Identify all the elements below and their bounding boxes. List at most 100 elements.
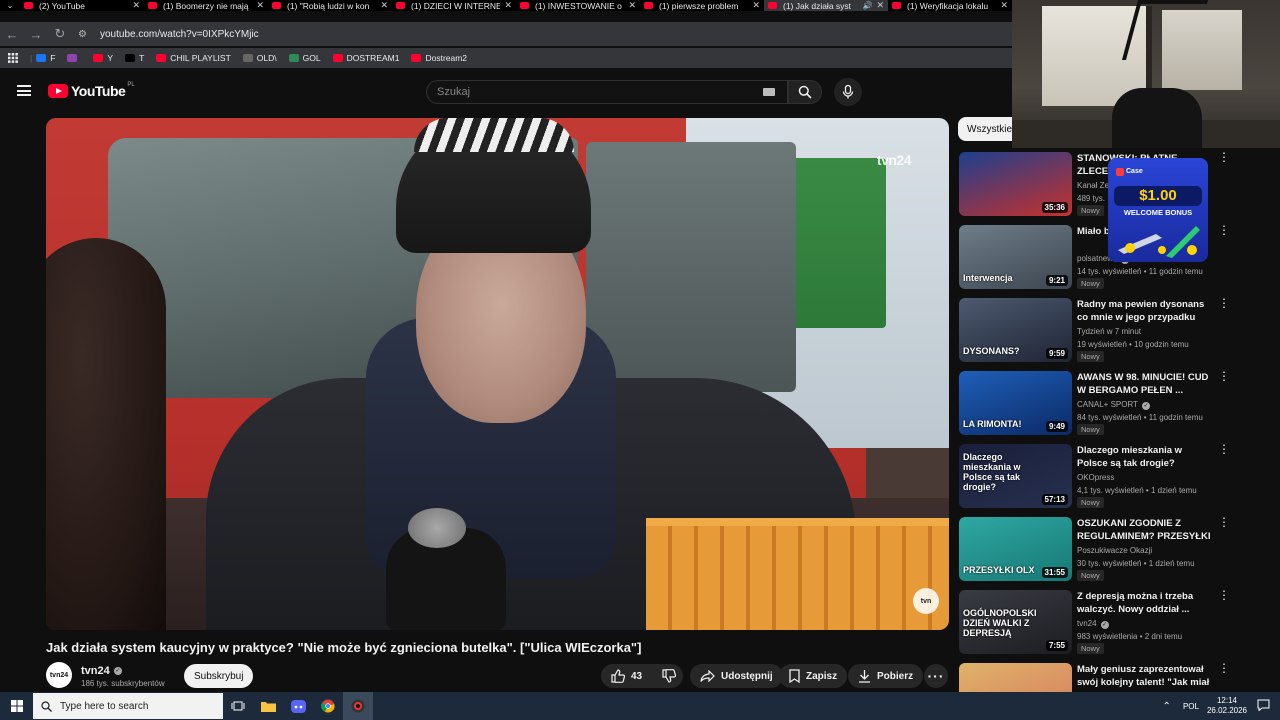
chrome-icon[interactable] <box>313 692 343 720</box>
youtube-favicon-icon <box>892 2 901 9</box>
taskbar-search-input[interactable]: Type here to search <box>33 693 223 719</box>
recommendation-channel[interactable]: CANAL+ SPORT ✓ <box>1077 400 1150 410</box>
video-thumbnail[interactable]: Interwencja 9:21 <box>959 225 1072 289</box>
close-tab-icon[interactable]: ✕ <box>256 0 264 11</box>
tab-title: (1) INWESTOWANIE o <box>535 0 622 11</box>
recommendation-title[interactable]: Mały geniusz zaprezentował swój kolejny … <box>1077 663 1211 690</box>
channel-name[interactable]: tvn24 ✓ <box>81 665 122 677</box>
close-tab-icon[interactable]: ✕ <box>1000 0 1008 11</box>
audio-playing-icon[interactable]: 🔊 <box>862 1 872 10</box>
more-vertical-icon[interactable]: ⋮ <box>1218 151 1230 163</box>
browser-tab[interactable]: (1) Boomerzy nie mają ✕ <box>144 0 268 11</box>
recommendation-channel[interactable]: Tydzień w 7 minut <box>1077 327 1141 336</box>
recommendation-title[interactable]: Z depresją można i trzeba walczyć. Nowy … <box>1077 590 1211 616</box>
bookmark-item[interactable]: Dostream2 <box>411 53 467 63</box>
close-tab-icon[interactable]: ✕ <box>752 0 760 11</box>
chrome-active-window-icon[interactable] <box>343 692 373 720</box>
download-button[interactable]: Pobierz <box>848 664 924 688</box>
search-input[interactable]: Szukaj <box>426 80 788 104</box>
channel-text: CANAL+ SPORT <box>1077 400 1138 409</box>
bookmark-item[interactable]: F <box>36 53 55 63</box>
apps-grid-icon[interactable] <box>8 53 18 63</box>
close-tab-icon[interactable]: ✕ <box>132 0 140 11</box>
more-vertical-icon[interactable]: ⋮ <box>1218 224 1230 236</box>
video-thumbnail[interactable]: PRZESYŁKI OLX 31:55 <box>959 517 1072 581</box>
more-vertical-icon[interactable]: ⋮ <box>1218 297 1230 309</box>
thumbnail-label: Dlaczego mieszkania w Polsce są tak drog… <box>963 452 1021 492</box>
video-thumbnail[interactable]: 35:36 <box>959 152 1072 216</box>
share-button[interactable]: Udostępnij <box>690 664 783 688</box>
browser-tab[interactable]: (1) DZIECI W INTERNE ✕ <box>392 0 516 11</box>
recommendation-item[interactable]: OGÓLNOPOLSKI DZIEŃ WALKI Z DEPRESJĄ 7:55 Z… <box>959 589 1259 655</box>
address-bar[interactable]: ⚙ youtube.com/watch?v=0IXPkcYMjic <box>78 23 1012 45</box>
browser-tab[interactable]: (1) Weryfikacja lokalu ✕ <box>888 0 1012 11</box>
video-thumbnail[interactable]: Dlaczego mieszkania w Polsce są tak drog… <box>959 444 1072 508</box>
save-button[interactable]: Zapisz <box>779 664 848 688</box>
clock[interactable]: 12:14 26.02.2026 <box>1207 696 1247 716</box>
site-settings-icon[interactable]: ⚙ <box>78 29 94 40</box>
close-tab-icon[interactable]: ✕ <box>380 0 388 11</box>
browser-tab[interactable]: (1) pierwsze problem ✕ <box>640 0 764 11</box>
video-thumbnail[interactable]: DYSONANS? 9:59 <box>959 298 1072 362</box>
channel-text: Kanał Ze <box>1077 181 1110 190</box>
bookmark-item[interactable]: CHIL PLAYLIST <box>156 53 231 63</box>
subscribe-button[interactable]: Subskrybuj <box>184 664 254 688</box>
like-button[interactable]: 43 <box>601 664 652 688</box>
bookmark-item[interactable] <box>67 53 81 63</box>
more-vertical-icon[interactable]: ⋮ <box>1218 589 1230 601</box>
bookmark-item[interactable]: T <box>125 53 144 63</box>
webcam-overlay <box>1012 0 1280 148</box>
casino-ad-overlay[interactable]: Case $1.00 WELCOME BONUS <box>1108 158 1208 262</box>
video-thumbnail[interactable]: OGÓLNOPOLSKI DZIEŃ WALKI Z DEPRESJĄ 7:55 <box>959 590 1072 654</box>
youtube-favicon-icon <box>644 2 653 9</box>
bookmark-item[interactable]: Y <box>93 53 113 63</box>
recommendation-channel[interactable]: Kanał Ze <box>1077 181 1109 190</box>
bookmark-item[interactable]: DOSTREAM1 <box>332 53 399 63</box>
more-vertical-icon[interactable]: ⋮ <box>1218 370 1230 382</box>
recommendation-item[interactable]: DYSONANS? 9:59 Radny ma pewien dysonans co… <box>959 297 1259 363</box>
tray-chevron-icon[interactable]: ⌃ <box>1163 701 1171 712</box>
tab-search-chevron-icon[interactable]: ⌄ <box>0 0 20 11</box>
recommendation-title[interactable]: Dlaczego mieszkania w Polsce są tak drog… <box>1077 444 1211 471</box>
forward-button[interactable]: → <box>24 27 48 42</box>
task-view-icon[interactable] <box>223 692 253 720</box>
more-vertical-icon[interactable]: ⋮ <box>1218 443 1230 455</box>
more-actions-button[interactable]: ··· <box>924 664 948 688</box>
channel-avatar[interactable]: tvn24 <box>46 662 72 688</box>
bookmark-item[interactable]: GOL <box>288 53 321 63</box>
search-button[interactable] <box>788 80 822 104</box>
recommendation-channel[interactable]: Poszukiwacze Okazji <box>1077 546 1152 555</box>
recommendation-title[interactable]: OSZUKANI ZGODNIE Z REGULAMINEM? PRZESYŁK… <box>1077 517 1211 544</box>
language-indicator[interactable]: POL <box>1183 702 1199 711</box>
recommendation-item[interactable]: PRZESYŁKI OLX 31:55 OSZUKANI ZGODNIE Z REG… <box>959 516 1259 582</box>
discord-icon[interactable] <box>283 692 313 720</box>
back-button[interactable]: ← <box>0 27 24 42</box>
video-player[interactable]: tvn24 tvn <box>46 118 949 630</box>
browser-tab[interactable]: (2) YouTube ✕ <box>20 0 144 11</box>
recommendation-item[interactable]: LA RIMONTA! 9:49 AWANS W 98. MINUCIE! CUD … <box>959 370 1259 436</box>
more-vertical-icon[interactable]: ⋮ <box>1218 516 1230 528</box>
file-explorer-icon[interactable] <box>253 692 283 720</box>
dislike-button[interactable] <box>652 664 686 688</box>
close-tab-icon[interactable]: ✕ <box>876 0 884 11</box>
start-button[interactable] <box>0 692 33 720</box>
browser-tab[interactable]: (1) "Robią ludzi w kon ✕ <box>268 0 392 11</box>
reload-button[interactable]: ↻ <box>48 26 72 42</box>
recommendation-title[interactable]: AWANS W 98. MINUCIE! CUD W BERGAMO PEŁEN… <box>1077 371 1211 397</box>
notifications-icon[interactable] <box>1257 699 1270 713</box>
close-tab-icon[interactable]: ✕ <box>628 0 636 11</box>
recommendation-item[interactable]: Dlaczego mieszkania w Polsce są tak drog… <box>959 443 1259 509</box>
browser-tab[interactable]: (1) Jak działa syst 🔊 ✕ <box>764 0 888 11</box>
video-thumbnail[interactable]: LA RIMONTA! 9:49 <box>959 371 1072 435</box>
recommendation-channel[interactable]: OKOpress <box>1077 473 1114 482</box>
browser-tab[interactable]: (1) INWESTOWANIE o ✕ <box>516 0 640 11</box>
close-tab-icon[interactable]: ✕ <box>504 0 512 11</box>
menu-icon[interactable] <box>17 85 31 97</box>
recommendation-channel[interactable]: tvn24 ✓ <box>1077 619 1109 629</box>
voice-search-button[interactable] <box>834 78 862 106</box>
bookmark-item[interactable]: OLD\ <box>242 53 277 63</box>
keyboard-icon[interactable] <box>763 88 775 96</box>
recommendation-title[interactable]: Radny ma pewien dysonans co mnie w jego … <box>1077 298 1211 325</box>
youtube-logo[interactable]: YouTube PL <box>48 82 135 99</box>
more-vertical-icon[interactable]: ⋮ <box>1218 662 1230 674</box>
